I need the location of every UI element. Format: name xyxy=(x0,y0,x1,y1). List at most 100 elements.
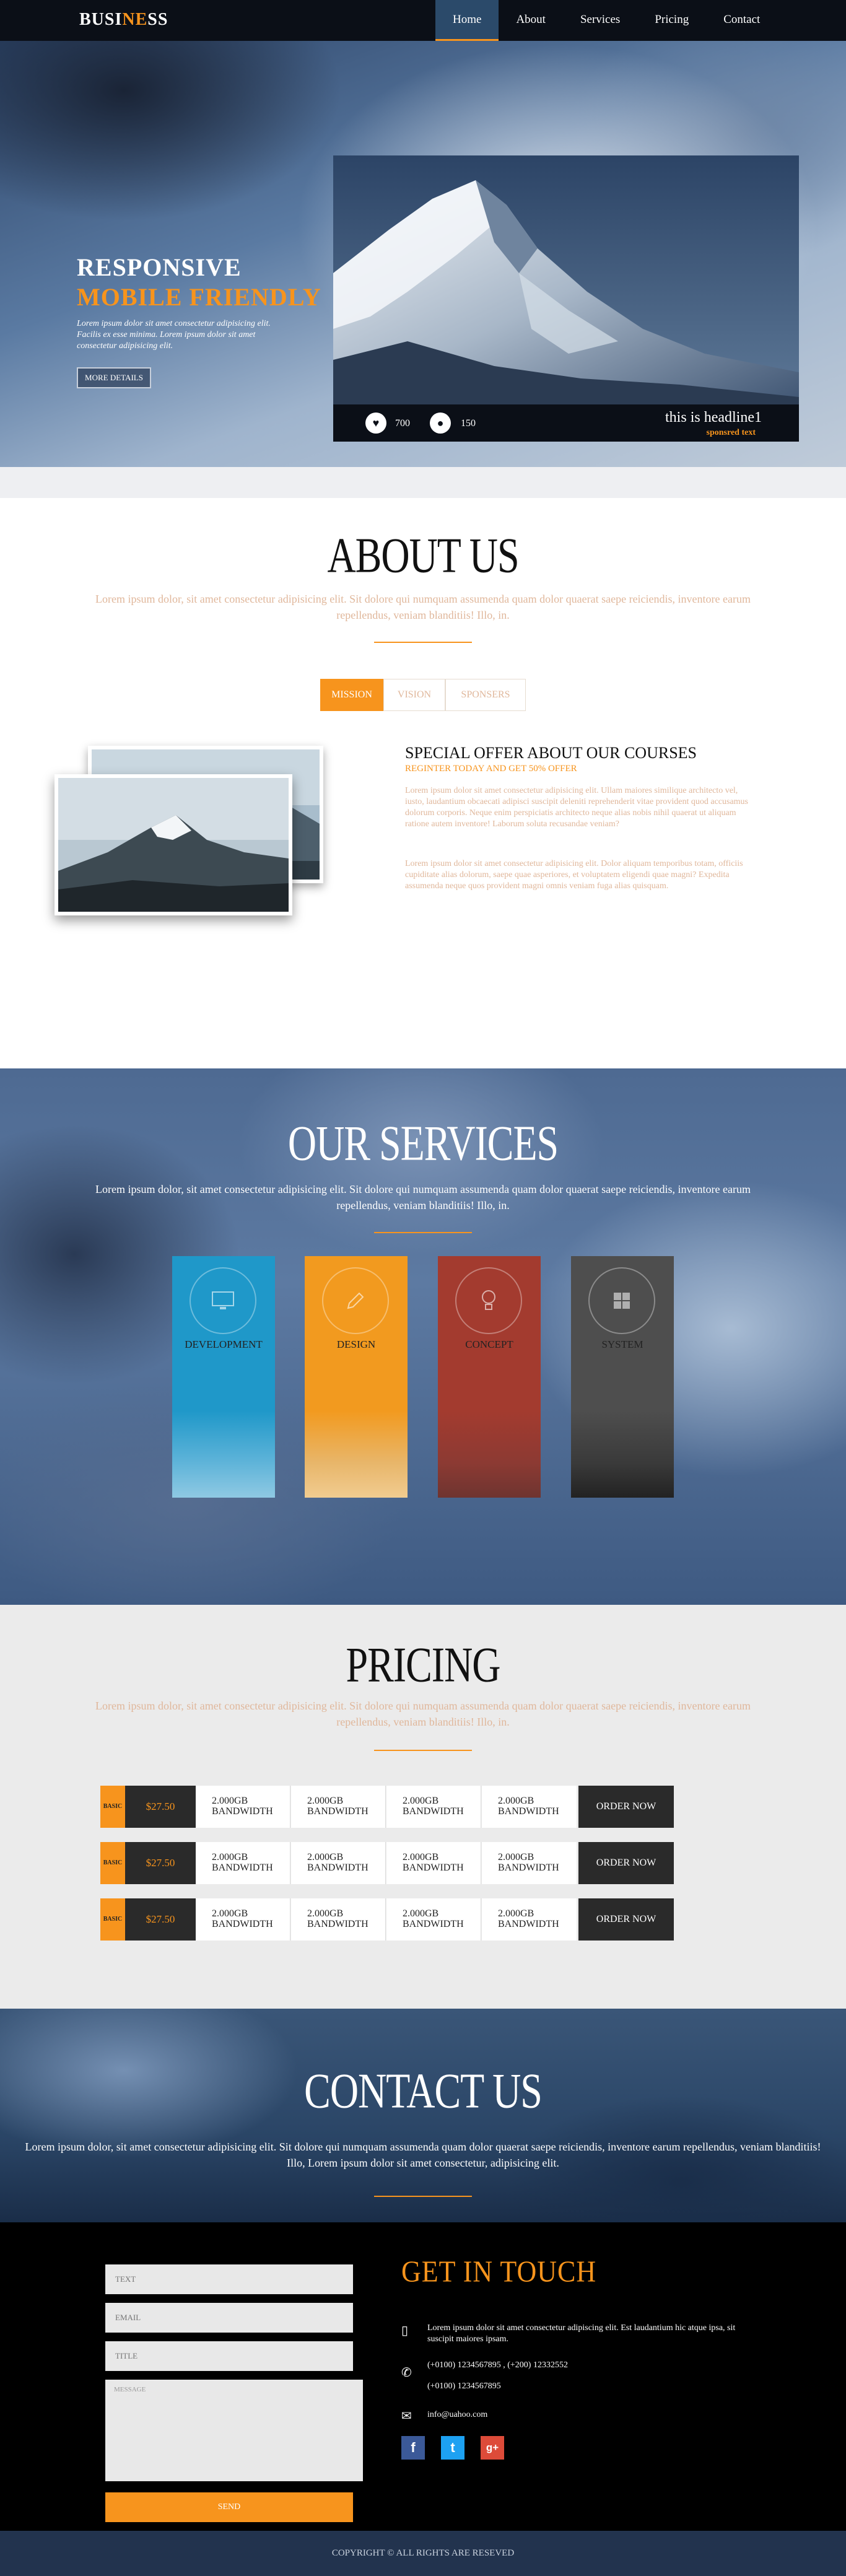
comment-icon: ● xyxy=(437,417,444,429)
copyright-bar: COPYRIGHT © ALL RIGHTS ARE RESEVED xyxy=(0,2531,846,2576)
tab-vision[interactable]: VISION xyxy=(383,679,445,711)
message-textarea[interactable]: MESSAGE xyxy=(105,2380,363,2481)
service-image xyxy=(571,1411,674,1498)
bandwidth-cell: 2.000GB BANDWIDTH xyxy=(196,1786,290,1828)
offer-title: SPECIAL OFFER ABOUT OUR COURSES xyxy=(405,744,697,762)
about-image-front xyxy=(55,774,292,915)
hero-text: Lorem ipsum dolor sit amet consectetur a… xyxy=(77,319,271,351)
nav-pricing[interactable]: Pricing xyxy=(637,0,706,41)
lightbulb-icon xyxy=(455,1267,522,1334)
contact-section: CONTACT US Lorem ipsum dolor, sit amet c… xyxy=(0,2009,846,2222)
bandwidth-cell: 2.000GB BANDWIDTH xyxy=(482,1842,577,1884)
service-label: CONCEPT xyxy=(465,1338,513,1350)
like-button[interactable]: ♥ xyxy=(365,413,386,434)
bandwidth-cell: 2.000GB BANDWIDTH xyxy=(482,1898,577,1941)
bandwidth-cell: 2.000GB BANDWIDTH xyxy=(291,1786,386,1828)
pricing-title: PRICING xyxy=(346,1637,500,1692)
service-card-system[interactable]: SYSTEM xyxy=(571,1256,674,1498)
service-label: SYSTEM xyxy=(601,1338,643,1350)
hero-caption-bar: ♥ 700 ● 150 this is headline1 sponsred t… xyxy=(333,404,799,442)
service-label: DESIGN xyxy=(336,1338,376,1350)
caption-headline: this is headline1 xyxy=(665,409,762,426)
more-details-button[interactable]: MORE DETAILS xyxy=(77,367,151,388)
pricing-row: BASIC $27.50 2.000GB BANDWIDTH 2.000GB B… xyxy=(100,1898,674,1941)
get-in-touch-title: GET IN TOUCH xyxy=(401,2255,597,2289)
tier-label: BASIC xyxy=(100,1786,125,1828)
contact-title: CONTACT US xyxy=(304,2063,543,2118)
pricing-divider xyxy=(374,1750,472,1751)
bandwidth-cell: 2.000GB BANDWIDTH xyxy=(291,1898,386,1941)
footer-contact: MESSAGE SEND GET IN TOUCH ▯ Lorem ipsum … xyxy=(0,2222,846,2531)
twitter-icon[interactable]: t xyxy=(441,2436,464,2460)
brand-part1: BUSI xyxy=(79,10,123,29)
nav-home[interactable]: Home xyxy=(435,0,499,41)
about-title: ABOUT US xyxy=(327,528,519,583)
email-input[interactable] xyxy=(105,2303,353,2333)
contact-divider xyxy=(374,2196,472,2197)
services-divider xyxy=(374,1232,472,1233)
brand-part2: NE xyxy=(122,10,148,29)
order-now-button[interactable]: ORDER NOW xyxy=(578,1898,674,1941)
envelope-icon: ✉ xyxy=(401,2409,412,2423)
service-card-concept[interactable]: CONCEPT xyxy=(438,1256,541,1498)
pencil-icon xyxy=(322,1267,389,1334)
tier-label: BASIC xyxy=(100,1842,125,1884)
pricing-row: BASIC $27.50 2.000GB BANDWIDTH 2.000GB B… xyxy=(100,1842,674,1884)
top-navbar: BUSINESS Home About Services Pricing Con… xyxy=(0,0,846,41)
service-image xyxy=(438,1411,541,1498)
bandwidth-cell: 2.000GB BANDWIDTH xyxy=(196,1898,290,1941)
brand-part3: SS xyxy=(147,10,168,29)
phone-icon: ✆ xyxy=(401,2366,412,2380)
services-title: OUR SERVICES xyxy=(287,1116,559,1171)
order-now-button[interactable]: ORDER NOW xyxy=(578,1842,674,1884)
likes-count: 700 xyxy=(395,418,410,429)
hero-title-line1: RESPONSIVE xyxy=(77,253,242,281)
tier-label: BASIC xyxy=(100,1898,125,1941)
nav-menu: Home About Services Pricing Contact xyxy=(435,0,777,41)
bandwidth-cell: 2.000GB BANDWIDTH xyxy=(386,1898,481,1941)
contact-text: Lorem ipsum dolor, sit amet consectetur … xyxy=(25,2141,821,2169)
comment-button[interactable]: ● xyxy=(430,413,451,434)
contact-phone-1: (+0100) 1234567895 , (+200) 12332552 xyxy=(427,2360,568,2370)
bandwidth-cell: 2.000GB BANDWIDTH xyxy=(196,1842,290,1884)
offer-subtitle: REGINTER TODAY AND GET 50% OFFER xyxy=(405,764,577,774)
order-now-button[interactable]: ORDER NOW xyxy=(578,1786,674,1828)
about-text: Lorem ipsum dolor, sit amet consectetur … xyxy=(95,593,751,621)
hero-section: RESPONSIVE MOBILE FRIENDLY Lorem ipsum d… xyxy=(0,41,846,467)
contact-email[interactable]: info@uahoo.com xyxy=(427,2409,487,2421)
tab-sponsers[interactable]: SPONSERS xyxy=(445,679,526,711)
price-value: $27.50 xyxy=(125,1842,196,1884)
title-input[interactable] xyxy=(105,2341,353,2371)
text-input[interactable] xyxy=(105,2264,353,2294)
send-button[interactable]: SEND xyxy=(105,2492,353,2522)
nav-about[interactable]: About xyxy=(499,0,563,41)
brand-logo[interactable]: BUSINESS xyxy=(79,10,168,30)
service-card-design[interactable]: DESIGN xyxy=(305,1256,408,1498)
caption-subtext: sponsred text xyxy=(706,428,756,437)
bandwidth-cell: 2.000GB BANDWIDTH xyxy=(291,1842,386,1884)
nav-services[interactable]: Services xyxy=(563,0,637,41)
hero-bottom-strip xyxy=(0,467,846,498)
windows-icon xyxy=(588,1267,655,1334)
nav-contact[interactable]: Contact xyxy=(706,0,777,41)
hero-mountain-image xyxy=(333,155,799,404)
google-plus-icon[interactable]: g+ xyxy=(481,2436,504,2460)
services-section: OUR SERVICES Lorem ipsum dolor, sit amet… xyxy=(0,1068,846,1605)
services-text: Lorem ipsum dolor, sit amet consectetur … xyxy=(95,1183,751,1212)
service-image xyxy=(305,1411,408,1498)
about-divider xyxy=(374,642,472,643)
offer-text-2: Lorem ipsum dolor sit amet consectetur a… xyxy=(405,859,743,891)
service-image xyxy=(172,1411,275,1498)
monitor-icon xyxy=(190,1267,256,1334)
service-card-development[interactable]: DEVELOPMENT xyxy=(172,1256,275,1498)
contact-address: Lorem ipsum dolor sit amet consectetur a… xyxy=(427,2323,736,2344)
service-label: DEVELOPMENT xyxy=(185,1338,263,1350)
bandwidth-cell: 2.000GB BANDWIDTH xyxy=(482,1786,577,1828)
contact-phone-2: (+0100) 1234567895 xyxy=(427,2382,501,2391)
pricing-section: PRICING Lorem ipsum dolor, sit amet cons… xyxy=(0,1605,846,2009)
pricing-row: BASIC $27.50 2.000GB BANDWIDTH 2.000GB B… xyxy=(100,1786,674,1828)
bandwidth-cell: 2.000GB BANDWIDTH xyxy=(386,1786,481,1828)
tab-mission[interactable]: MISSION xyxy=(320,679,383,711)
bandwidth-cell: 2.000GB BANDWIDTH xyxy=(386,1842,481,1884)
facebook-icon[interactable]: f xyxy=(401,2436,425,2460)
